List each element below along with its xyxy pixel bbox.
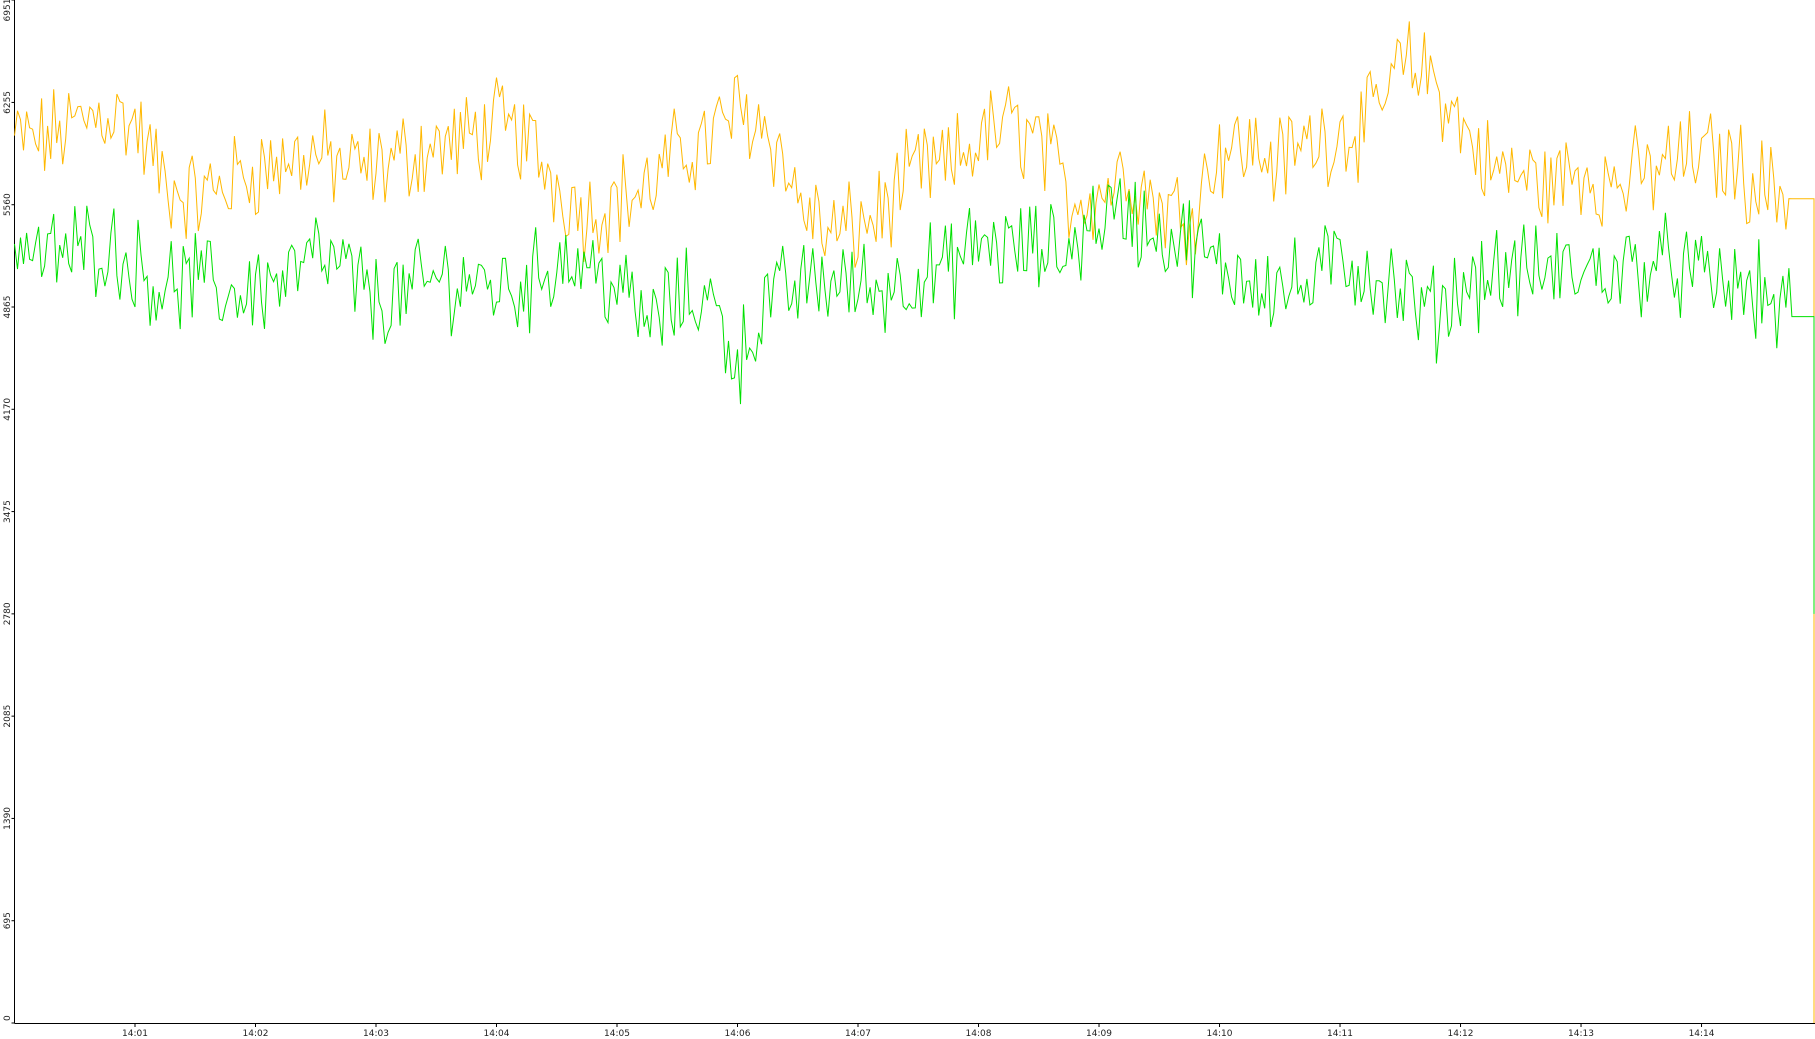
x-tick: 14:11 xyxy=(1327,1023,1353,1039)
x-tick-label: 14:02 xyxy=(243,1029,269,1039)
x-tick-label: 14:09 xyxy=(1086,1029,1112,1039)
y-tick-label: 695 xyxy=(3,912,13,929)
series-line-2 xyxy=(14,178,1815,614)
y-tick-label: 4170 xyxy=(3,398,13,421)
x-tick-label: 14:01 xyxy=(122,1029,148,1039)
x-tick: 14:10 xyxy=(1207,1023,1233,1039)
chart-canvas: 0 695 1390 2085 2780 3475 4170 4865 5560 6255 6951… xyxy=(3,0,1815,1039)
x-tick: 14:08 xyxy=(966,1023,992,1039)
y-tick: 1390 xyxy=(3,807,15,830)
x-tick-label: 14:04 xyxy=(484,1029,510,1039)
x-tick-layer: 14:01 14:02 14:03 14:04 14:05 14:06 14:07 14:08… xyxy=(122,1023,1715,1039)
x-tick: 14:13 xyxy=(1568,1023,1594,1039)
y-tick: 6951 xyxy=(3,0,15,21)
y-tick-label: 3475 xyxy=(3,500,13,523)
x-tick: 14:04 xyxy=(484,1023,510,1039)
chart: 0 695 1390 2085 2780 3475 4170 4865 5560 6255 6951… xyxy=(0,0,1815,1039)
x-tick-label: 14:06 xyxy=(725,1029,751,1039)
x-tick: 14:09 xyxy=(1086,1023,1112,1039)
x-tick: 14:01 xyxy=(122,1023,148,1039)
y-tick-label: 1390 xyxy=(3,807,13,830)
x-tick: 14:14 xyxy=(1689,1023,1715,1039)
y-tick: 4865 xyxy=(3,296,15,319)
x-tick: 14:02 xyxy=(243,1023,269,1039)
x-tick: 14:03 xyxy=(363,1023,389,1039)
x-tick-label: 14:07 xyxy=(845,1029,871,1039)
y-tick-label: 6255 xyxy=(3,91,13,114)
y-tick-label: 5560 xyxy=(3,193,13,216)
x-tick-label: 14:13 xyxy=(1568,1029,1594,1039)
y-tick: 2085 xyxy=(3,705,15,728)
x-tick-label: 14:10 xyxy=(1207,1029,1233,1039)
y-tick: 695 xyxy=(3,912,15,929)
series-line-1 xyxy=(14,21,1815,1023)
y-tick-label: 6951 xyxy=(3,0,13,21)
y-tick-label: 4865 xyxy=(3,296,13,319)
x-tick-label: 14:05 xyxy=(604,1029,630,1039)
x-tick: 14:05 xyxy=(604,1023,630,1039)
y-tick: 0 xyxy=(3,1015,15,1024)
series-layer xyxy=(14,21,1815,1023)
x-tick: 14:12 xyxy=(1448,1023,1474,1039)
y-tick: 2780 xyxy=(3,602,15,625)
y-tick: 6255 xyxy=(3,91,15,114)
x-tick-label: 14:14 xyxy=(1689,1029,1715,1039)
y-tick: 5560 xyxy=(3,193,15,216)
x-tick-label: 14:11 xyxy=(1327,1029,1353,1039)
y-tick-label: 2085 xyxy=(3,705,13,728)
y-tick: 3475 xyxy=(3,500,15,523)
y-tick-label: 0 xyxy=(3,1015,13,1021)
x-tick-label: 14:12 xyxy=(1448,1029,1474,1039)
y-tick: 4170 xyxy=(3,398,15,421)
y-tick-layer: 0 695 1390 2085 2780 3475 4170 4865 5560 6255 6951 xyxy=(3,0,15,1024)
x-tick-label: 14:03 xyxy=(363,1029,389,1039)
x-tick: 14:06 xyxy=(725,1023,751,1039)
y-tick-label: 2780 xyxy=(3,602,13,625)
x-tick-label: 14:08 xyxy=(966,1029,992,1039)
x-tick: 14:07 xyxy=(845,1023,871,1039)
